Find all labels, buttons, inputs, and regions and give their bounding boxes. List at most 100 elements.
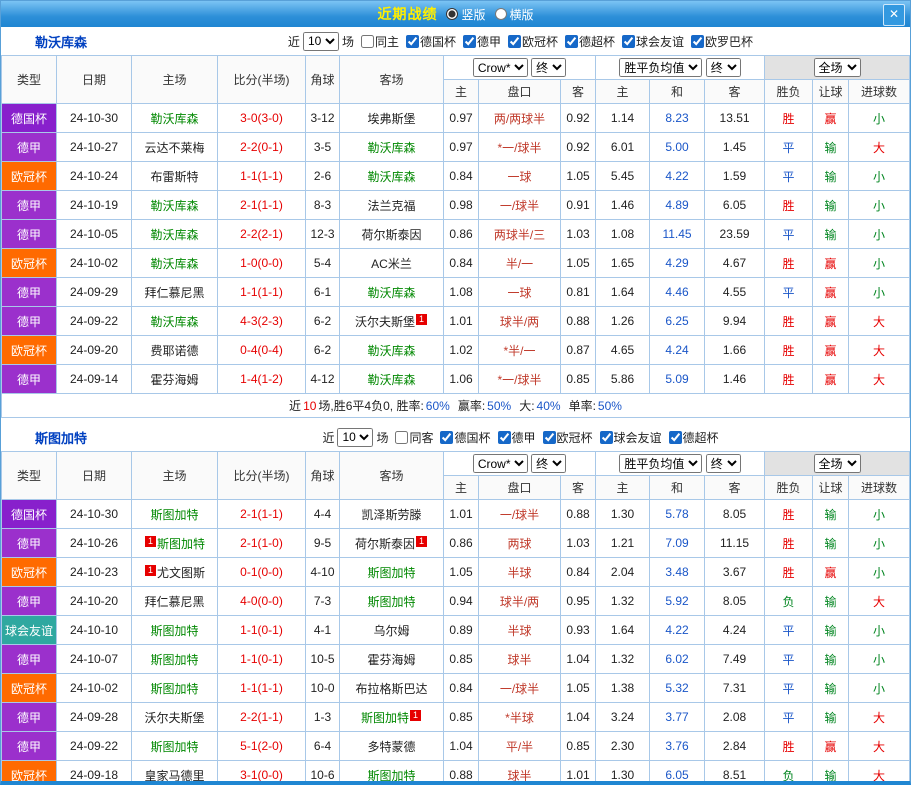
away-team-cell: 凯泽斯劳滕: [340, 500, 444, 529]
ah-home-odds-cell: 0.84: [444, 674, 479, 703]
ah-away-odds-cell: 0.85: [561, 365, 596, 394]
away-team-cell: 多特蒙德: [340, 732, 444, 761]
league-checkbox[interactable]: [543, 431, 556, 444]
league-filter-ucl[interactable]: 欧冠杯: [508, 33, 558, 50]
eu-home-odds-cell: 5.45: [596, 162, 650, 191]
league-checkbox[interactable]: [669, 431, 682, 444]
league-filter-dfb-pokal[interactable]: 德国杯: [406, 33, 456, 50]
handicap-cell: 半球: [479, 616, 561, 645]
ah-away-odds-cell: 0.92: [561, 133, 596, 162]
team-label: 费耶诺德: [150, 344, 198, 358]
handicap-result-cell: 输: [813, 529, 849, 558]
vertical-radio-input[interactable]: [446, 8, 458, 20]
col-header-handicap: 盘口: [479, 80, 561, 104]
col-header-home: 主场: [132, 452, 218, 500]
team-label: 斯图加特: [367, 595, 415, 609]
league-checkbox[interactable]: [622, 35, 635, 48]
date-cell: 24-09-14: [57, 365, 132, 394]
result-cell: 负: [765, 587, 813, 616]
league-checkbox[interactable]: [498, 431, 511, 444]
away-team-cell: 沃尔夫斯堡1: [340, 307, 444, 336]
layout-radio-vertical[interactable]: 竖版: [446, 6, 485, 23]
ah-home-odds-cell: 1.01: [444, 500, 479, 529]
score-cell: 4-0(0-0): [218, 587, 306, 616]
league-cell: 德甲: [2, 732, 57, 761]
ah-home-odds-cell: 0.86: [444, 220, 479, 249]
bookmaker-stage-select[interactable]: 终: [531, 454, 566, 473]
league-cell: 德甲: [2, 278, 57, 307]
result-cell: 胜: [765, 732, 813, 761]
league-filter-bundesliga[interactable]: 德甲: [463, 33, 501, 50]
handicap-cell: 半球: [479, 558, 561, 587]
result-cell: 平: [765, 133, 813, 162]
euro-odds-select[interactable]: 胜平负均值: [619, 454, 702, 473]
euro-stage-select[interactable]: 终: [706, 454, 741, 473]
team-label: 勒沃库森: [150, 112, 198, 126]
horizontal-radio-input[interactable]: [495, 8, 507, 20]
league-filter-dfb-pokal[interactable]: 德国杯: [440, 429, 490, 446]
date-cell: 24-10-02: [57, 674, 132, 703]
ah-home-odds-cell: 1.04: [444, 732, 479, 761]
match-row: 欧冠杯24-10-231尤文图斯0-1(0-0)4-10斯图加特1.05半球0.…: [2, 558, 910, 587]
layout-radio-horizontal[interactable]: 横版: [495, 6, 534, 23]
league-filter-ucl[interactable]: 欧冠杯: [543, 429, 593, 446]
score-cell: 2-2(1-1): [218, 703, 306, 732]
match-row: 欧冠杯24-10-24布雷斯特1-1(1-1)2-6勒沃库森0.84一球1.05…: [2, 162, 910, 191]
date-cell: 24-10-27: [57, 133, 132, 162]
team-label: 沃尔夫斯堡: [144, 711, 204, 725]
same-away-checkbox[interactable]: [395, 431, 408, 444]
bookmaker-stage-select[interactable]: 终: [531, 58, 566, 77]
league-cell: 德甲: [2, 529, 57, 558]
result-cell: 胜: [765, 307, 813, 336]
bookmaker-select[interactable]: Crow*: [473, 58, 528, 77]
league-filter-friendly[interactable]: 球会友谊: [600, 429, 662, 446]
team-label: 霍芬海姆: [367, 653, 415, 667]
league-filter-supercup[interactable]: 德超杯: [565, 33, 615, 50]
date-cell: 24-10-30: [57, 500, 132, 529]
league-cell: 德甲: [2, 645, 57, 674]
league-checkbox[interactable]: [463, 35, 476, 48]
euro-odds-select[interactable]: 胜平负均值: [619, 58, 702, 77]
handicap-cell: *一/球半: [479, 133, 561, 162]
league-filter-europa[interactable]: 欧罗巴杯: [691, 33, 753, 50]
eu-home-odds-cell: 3.24: [596, 703, 650, 732]
ah-away-odds-cell: 1.03: [561, 220, 596, 249]
goals-cell: 小: [849, 616, 910, 645]
scope-select[interactable]: 全场: [814, 454, 861, 473]
league-checkbox[interactable]: [440, 431, 453, 444]
league-checkbox[interactable]: [691, 35, 704, 48]
close-icon[interactable]: ✕: [883, 4, 905, 26]
match-row: 欧冠杯24-09-18皇家马德里3-1(0-0)10-6斯图加特0.88球半1.…: [2, 761, 910, 785]
horizontal-radio-label: 横版: [510, 6, 534, 23]
same-away-filter[interactable]: 同客: [395, 429, 433, 446]
match-count-select[interactable]: 10: [303, 32, 339, 51]
handicap-result-cell: 赢: [813, 278, 849, 307]
corner-cell: 3-5: [306, 133, 340, 162]
same-home-checkbox[interactable]: [361, 35, 374, 48]
match-row: 球会友谊24-10-10斯图加特1-1(0-1)4-1乌尔姆0.89半球0.93…: [2, 616, 910, 645]
same-home-filter[interactable]: 同主: [361, 33, 399, 50]
goals-cell: 小: [849, 220, 910, 249]
league-filter-friendly[interactable]: 球会友谊: [622, 33, 684, 50]
team-label: 斯图加特: [150, 508, 198, 522]
league-cell: 欧冠杯: [2, 249, 57, 278]
scope-select[interactable]: 全场: [814, 58, 861, 77]
match-count-select[interactable]: 10: [337, 428, 373, 447]
handicap-result-cell: 输: [813, 645, 849, 674]
league-filter-bundesliga[interactable]: 德甲: [498, 429, 536, 446]
league-checkbox[interactable]: [600, 431, 613, 444]
league-filter-supercup[interactable]: 德超杯: [669, 429, 719, 446]
score-cell: 3-1(0-0): [218, 761, 306, 785]
league-checkbox[interactable]: [508, 35, 521, 48]
note-badge: 1: [416, 536, 427, 547]
col-header-score: 比分(半场): [218, 452, 306, 500]
league-checkbox[interactable]: [565, 35, 578, 48]
bookmaker-select[interactable]: Crow*: [473, 454, 528, 473]
handicap-result-cell: 赢: [813, 336, 849, 365]
ah-away-odds-cell: 1.04: [561, 703, 596, 732]
handicap-cell: *一/球半: [479, 365, 561, 394]
team-name: 勒沃库森: [35, 32, 87, 51]
league-checkbox[interactable]: [406, 35, 419, 48]
euro-stage-select[interactable]: 终: [706, 58, 741, 77]
away-team-cell: 斯图加特1: [340, 703, 444, 732]
